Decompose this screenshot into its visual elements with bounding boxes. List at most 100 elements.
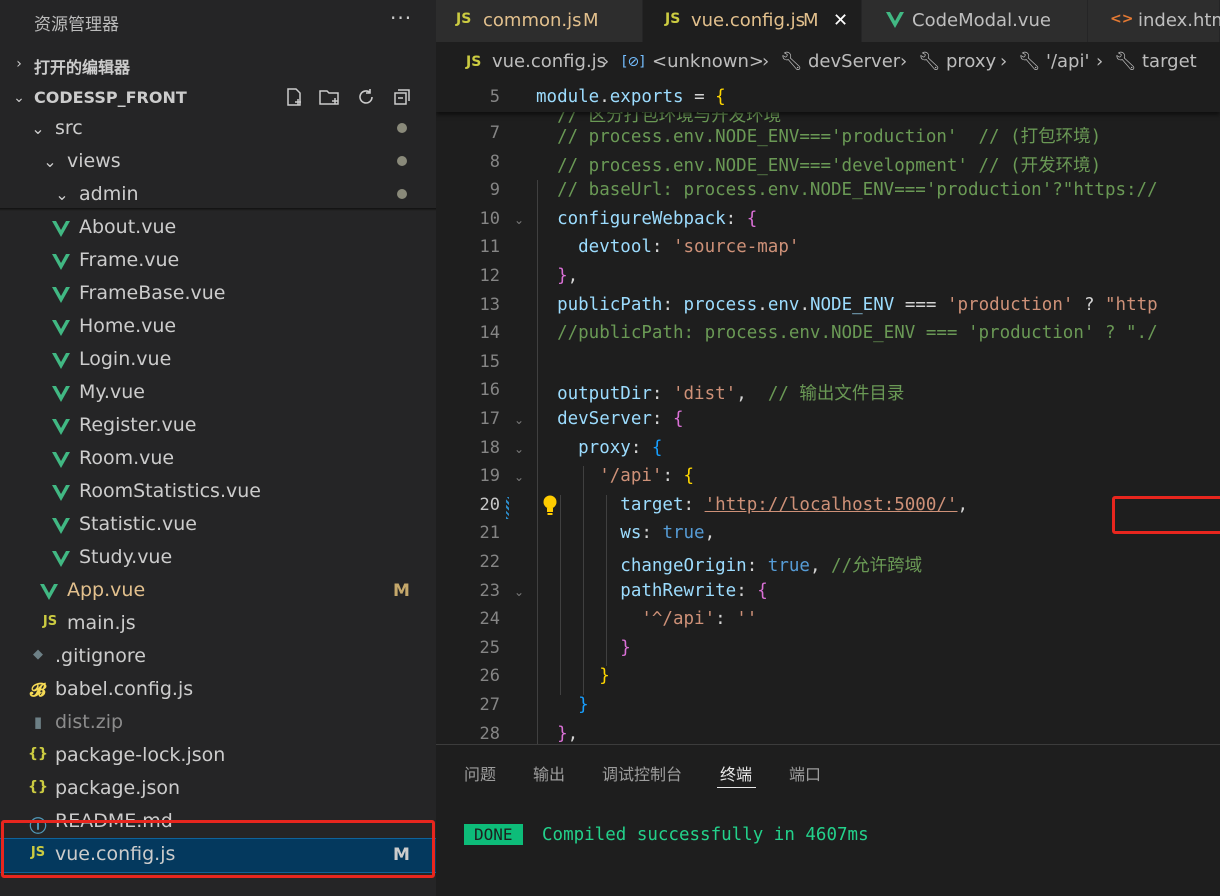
tree-item[interactable]: Home.vue (0, 311, 436, 344)
new-file-icon[interactable] (283, 86, 305, 108)
html-icon: <> (1110, 11, 1134, 27)
line-number: 26 (479, 666, 500, 687)
line-number: 22 (479, 552, 500, 572)
tree-item-label: .gitignore (55, 645, 146, 667)
code-text: '/api': { (536, 466, 695, 487)
tree-item[interactable]: ◆ .gitignore (0, 641, 436, 674)
tree-item[interactable]: Statistic.vue (0, 509, 436, 542)
close-icon[interactable]: ✕ (833, 10, 848, 31)
tab-label: vue.config.js (691, 10, 806, 31)
tree-item[interactable]: ⌄ views (0, 146, 436, 179)
vue-icon (52, 254, 70, 270)
more-actions-icon[interactable]: ··· (390, 6, 412, 30)
vue-icon (40, 584, 58, 600)
tree-item[interactable]: Frame.vue (0, 245, 436, 278)
js-icon: JS (456, 11, 472, 27)
tree-item-label: Home.vue (79, 315, 177, 337)
tree-item-label: About.vue (79, 216, 177, 238)
indent-guide (583, 466, 584, 695)
tab-debug-console[interactable]: 调试控制台 (602, 761, 682, 785)
tree-item[interactable]: {} package-lock.json (0, 740, 436, 773)
breadcrumb-item-devserver[interactable]: devServer (808, 51, 900, 72)
explorer-header: 资源管理器 ··· (0, 0, 436, 42)
fold-chevron-icon[interactable]: ⌄ (514, 413, 524, 427)
breadcrumb-item-api[interactable]: '/api' (1046, 51, 1089, 72)
vue-icon (52, 386, 70, 402)
tree-item[interactable]: Room.vue (0, 443, 436, 476)
code-editor[interactable]: // 区分打包环境与开发环境 7 // process.env.NODE_ENV=… (436, 84, 1220, 744)
code-text: ws: true, (536, 523, 716, 544)
tab-ports[interactable]: 端口 (789, 761, 821, 785)
breadcrumb: JS vue.config.js › [⊘] <unknown> › 🔧︎ de… (436, 42, 1220, 84)
tree-item[interactable]: {} package.json (0, 773, 436, 806)
code-text: proxy: { (536, 437, 663, 458)
fold-chevron-icon[interactable]: ⌄ (514, 470, 524, 484)
tree-item-label: Study.vue (79, 546, 173, 568)
breadcrumb-item-file[interactable]: vue.config.js (492, 51, 606, 72)
code-text: publicPath: process.env.NODE_ENV === 'pr… (536, 294, 1158, 315)
vue-icon (52, 221, 70, 237)
tree-item[interactable]: About.vue (0, 212, 436, 245)
refresh-icon[interactable] (355, 86, 377, 108)
open-editors-section[interactable]: › 打开的编辑器 (0, 48, 436, 80)
tab-problems[interactable]: 问题 (464, 761, 496, 785)
breadcrumb-item-target[interactable]: target (1142, 51, 1197, 72)
line-number: 11 (479, 237, 500, 258)
chevron-down-icon: ⌄ (13, 90, 25, 106)
tree-item-label: Room.vue (79, 447, 175, 469)
lightbulb-icon[interactable] (540, 494, 560, 520)
line-number: 21 (479, 523, 500, 544)
code-text: devServer: { (536, 409, 684, 429)
tree-item[interactable]: Login.vue (0, 344, 436, 377)
explorer-title: 资源管理器 (34, 15, 119, 35)
tree-item-label: Statistic.vue (79, 513, 197, 535)
fold-chevron-icon[interactable]: ⌄ (514, 442, 524, 456)
modified-badge: M (583, 10, 599, 31)
highlight-box-target (1112, 496, 1220, 534)
tree-item-label: package-lock.json (55, 744, 226, 766)
line-number: 28 (479, 723, 500, 744)
tree-item[interactable]: ▮ dist.zip (0, 707, 436, 740)
tab-index-html[interactable]: <> index.html (1088, 0, 1220, 42)
line-number: 14 (479, 323, 500, 344)
tab-codemodal-vue[interactable]: CodeModal.vue (862, 0, 1088, 42)
sticky-scroll-line[interactable]: 5 module.exports = { (436, 84, 1220, 112)
code-text: }, (536, 266, 579, 286)
code-text: target: 'http://localhost:5000/', (536, 494, 969, 515)
tree-item[interactable]: FrameBase.vue (0, 278, 436, 311)
project-section[interactable]: ⌄ CODESSP_FRONT (0, 82, 436, 114)
js-icon: JS (665, 11, 681, 27)
tree-item[interactable]: Study.vue (0, 542, 436, 575)
tab-vue-config-js[interactable]: JS vue.config.js M ✕ (643, 0, 862, 42)
tree-item-label: main.js (67, 612, 136, 634)
tree-item[interactable]: 𝓑babel.config.js (0, 674, 436, 707)
tree-item[interactable]: My.vue (0, 377, 436, 410)
tree-item[interactable]: App.vue M (0, 575, 436, 608)
fold-chevron-icon[interactable]: ⌄ (514, 585, 524, 599)
tree-item-label: babel.config.js (55, 678, 194, 700)
fold-chevron-icon[interactable]: ⌄ (514, 213, 524, 227)
new-folder-icon[interactable] (318, 86, 342, 108)
breadcrumb-item-unknown[interactable]: <unknown> (652, 51, 764, 72)
vue-icon (52, 320, 70, 336)
line-number: 7 (489, 123, 500, 143)
chevron-right-icon: › (1096, 51, 1104, 72)
vue-icon (886, 12, 904, 28)
modified-badge: M (803, 10, 819, 31)
tree-item[interactable]: Register.vue (0, 410, 436, 443)
line-number: 20 (479, 494, 500, 515)
code-text: devtool: 'source-map' (536, 237, 800, 258)
tree-item[interactable]: ⌄ src (0, 113, 436, 146)
tab-output[interactable]: 输出 (533, 761, 565, 785)
breadcrumb-item-proxy[interactable]: proxy (946, 51, 996, 72)
collapse-all-icon[interactable] (391, 86, 413, 108)
project-label: CODESSP_FRONT (34, 88, 187, 107)
tree-item-label: dist.zip (55, 711, 124, 733)
tab-common-js[interactable]: JS common.js M (436, 0, 643, 42)
done-badge: DONE (464, 824, 523, 845)
terminal-message: Compiled successfully in 4607ms (542, 825, 869, 845)
tree-item[interactable]: JS main.js (0, 608, 436, 641)
tree-item[interactable]: RoomStatistics.vue (0, 476, 436, 509)
wrench-icon: 🔧︎ (918, 51, 941, 72)
tab-terminal[interactable]: 终端 (720, 761, 752, 785)
